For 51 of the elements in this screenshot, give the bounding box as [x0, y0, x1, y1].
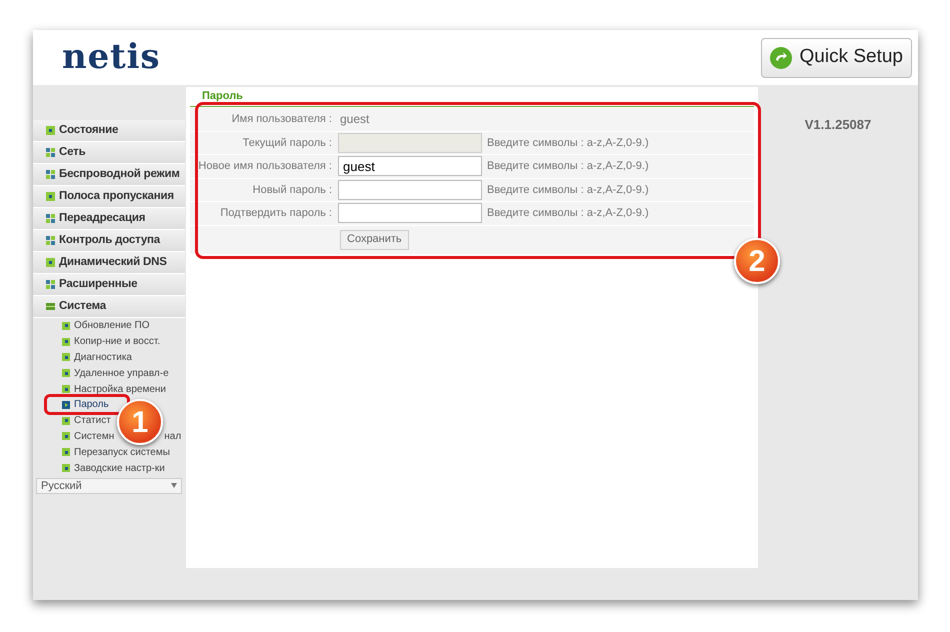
input-field[interactable]: [338, 180, 482, 200]
square-icon: [62, 464, 70, 472]
language-select[interactable]: Русский: [36, 478, 182, 494]
square-icon: [62, 385, 70, 394]
field-label: Новое имя пользователя :: [197, 159, 333, 174]
menu-item[interactable]: Состояние: [33, 120, 185, 142]
submenu-item[interactable]: Копир-ние и восст.: [74, 334, 160, 350]
dropdown-icon: [171, 483, 177, 488]
menu-item[interactable]: Расширенные: [33, 274, 185, 296]
submenu-item[interactable]: Системн: [74, 428, 114, 444]
refresh-icon: [770, 46, 792, 68]
field-value: guest: [340, 111, 370, 128]
square-icon: [62, 369, 70, 378]
square-icon: [62, 448, 70, 456]
menu-item[interactable]: Беспроводной режим: [33, 164, 185, 186]
input-field[interactable]: guest: [338, 156, 482, 176]
input-hint: Введите символы : a-z,A-Z,0-9.): [487, 182, 649, 198]
arrow-icon: [62, 400, 70, 409]
square-icon: [62, 353, 70, 362]
square-icon: [62, 432, 70, 440]
submenu-item[interactable]: Перезапуск системы: [74, 444, 170, 460]
version-label: V1.1.25087: [804, 116, 872, 131]
save-button[interactable]: Сохранить: [340, 230, 409, 250]
submenu-item[interactable]: Пароль: [74, 397, 109, 412]
menu-item[interactable]: Динамический DNS: [33, 252, 185, 274]
input-hint: Введите символы : a-z,A-Z,0-9.): [487, 206, 649, 221]
submenu-item[interactable]: Обновление ПО: [74, 318, 150, 334]
menu-item[interactable]: Сеть: [33, 142, 185, 164]
submenu-item[interactable]: Статист: [74, 413, 111, 428]
input-hint: Введите символы : a-z,A-Z,0-9.): [487, 159, 649, 174]
square-icon: [62, 338, 70, 346]
square-icon: [62, 416, 70, 425]
submenu-item[interactable]: Удаленное управл-е: [74, 366, 169, 381]
square-icon: [62, 322, 70, 330]
menu-item[interactable]: Контроль доступа: [33, 230, 185, 252]
submenu-item[interactable]: Диагностика: [74, 350, 132, 365]
input-hint: Введите символы : a-z,A-Z,0-9.): [487, 136, 649, 150]
menu-item[interactable]: Полоса пропускания: [33, 186, 185, 208]
quick-setup-button[interactable]: Quick Setup: [760, 38, 912, 78]
netis-logo: netis: [62, 36, 160, 79]
field-label: Текущий пароль :: [242, 136, 333, 150]
field-label: Новый пароль :: [252, 182, 333, 198]
menu-item[interactable]: Система: [33, 296, 185, 318]
section-title: Пароль: [202, 88, 243, 104]
submenu-item[interactable]: нал: [164, 428, 182, 444]
menu-item[interactable]: Переадресация: [33, 208, 185, 230]
field-label: Подтвердить пароль :: [219, 206, 333, 221]
submenu-item[interactable]: Заводские настр-ки: [74, 460, 165, 476]
field-label: Имя пользователя :: [230, 112, 333, 127]
submenu-item[interactable]: Настройка времени: [74, 382, 166, 397]
input-field[interactable]: [338, 203, 482, 224]
